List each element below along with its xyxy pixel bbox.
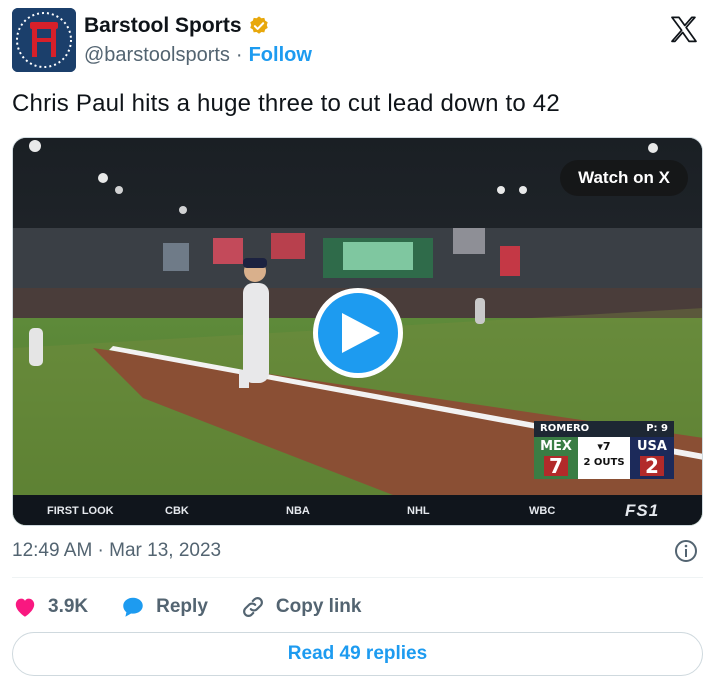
like-button[interactable]: 3.9K [12,594,88,620]
barstool-logo-icon [12,8,76,72]
copy-link-button[interactable]: Copy link [240,594,362,620]
away-team-panel: MEX 7 [534,437,578,479]
away-score: 7 [544,456,568,476]
scorebug-header: ROMERO P: 9 [534,421,674,437]
follow-button[interactable]: Follow [249,44,312,67]
ticker-item: NHL [407,505,430,517]
x-logo-icon[interactable] [668,14,700,46]
tweet-actions: 3.9K Reply Copy link [12,590,393,624]
ticker-item: FIRST LOOK [47,505,114,517]
scorebug: ROMERO P: 9 MEX 7 ▾7 2 OUTS USA 2 [534,421,674,491]
like-count: 3.9K [48,596,89,617]
inning: ▾7 [597,440,611,453]
divider [12,577,703,578]
home-team: USA [637,439,667,454]
reply-button[interactable]: Reply [120,594,208,620]
outs: 2 OUTS [583,457,625,468]
copy-link-label: Copy link [275,596,362,617]
tweet-text: Chris Paul hits a huge three to cut lead… [12,90,560,117]
avatar[interactable] [12,8,76,72]
play-icon [342,313,380,353]
read-replies-button[interactable]: Read 49 replies [12,632,703,676]
pitcher-name: ROMERO [540,423,590,434]
watch-on-x-button[interactable]: Watch on X [560,160,688,196]
tweet-timestamp[interactable]: 12:49 AM · Mar 13, 2023 [12,540,221,562]
network-logo: FS1 [625,501,660,520]
ticker-item: CBK [165,505,189,517]
play-button[interactable] [313,288,403,378]
home-score: 2 [640,456,664,476]
reply-bubble-icon [123,597,143,617]
away-team: MEX [540,439,572,454]
tweet-header: Barstool Sports @barstoolsports · Follow [12,8,702,74]
pitch-count: P: 9 [646,423,668,434]
ticker-item: WBC [529,505,556,517]
ticker-item: NBA [286,505,310,517]
home-team-panel: USA 2 [630,437,674,479]
inning-panel: ▾7 2 OUTS [578,437,630,479]
verified-badge-icon [249,16,268,34]
handle[interactable]: @barstoolsports [84,44,230,67]
reply-label: Reply [156,596,208,617]
heart-icon [15,598,35,617]
broadcast-ticker: FIRST LOOK CBK NBA NHL WBC FS1 [13,495,702,525]
display-name[interactable]: Barstool Sports [84,14,242,38]
video-player[interactable]: Watch on X ROMERO P: 9 MEX 7 ▾7 2 OUTS U… [12,137,703,526]
info-icon[interactable] [674,539,698,563]
link-icon [242,597,263,617]
separator: · [235,44,243,66]
